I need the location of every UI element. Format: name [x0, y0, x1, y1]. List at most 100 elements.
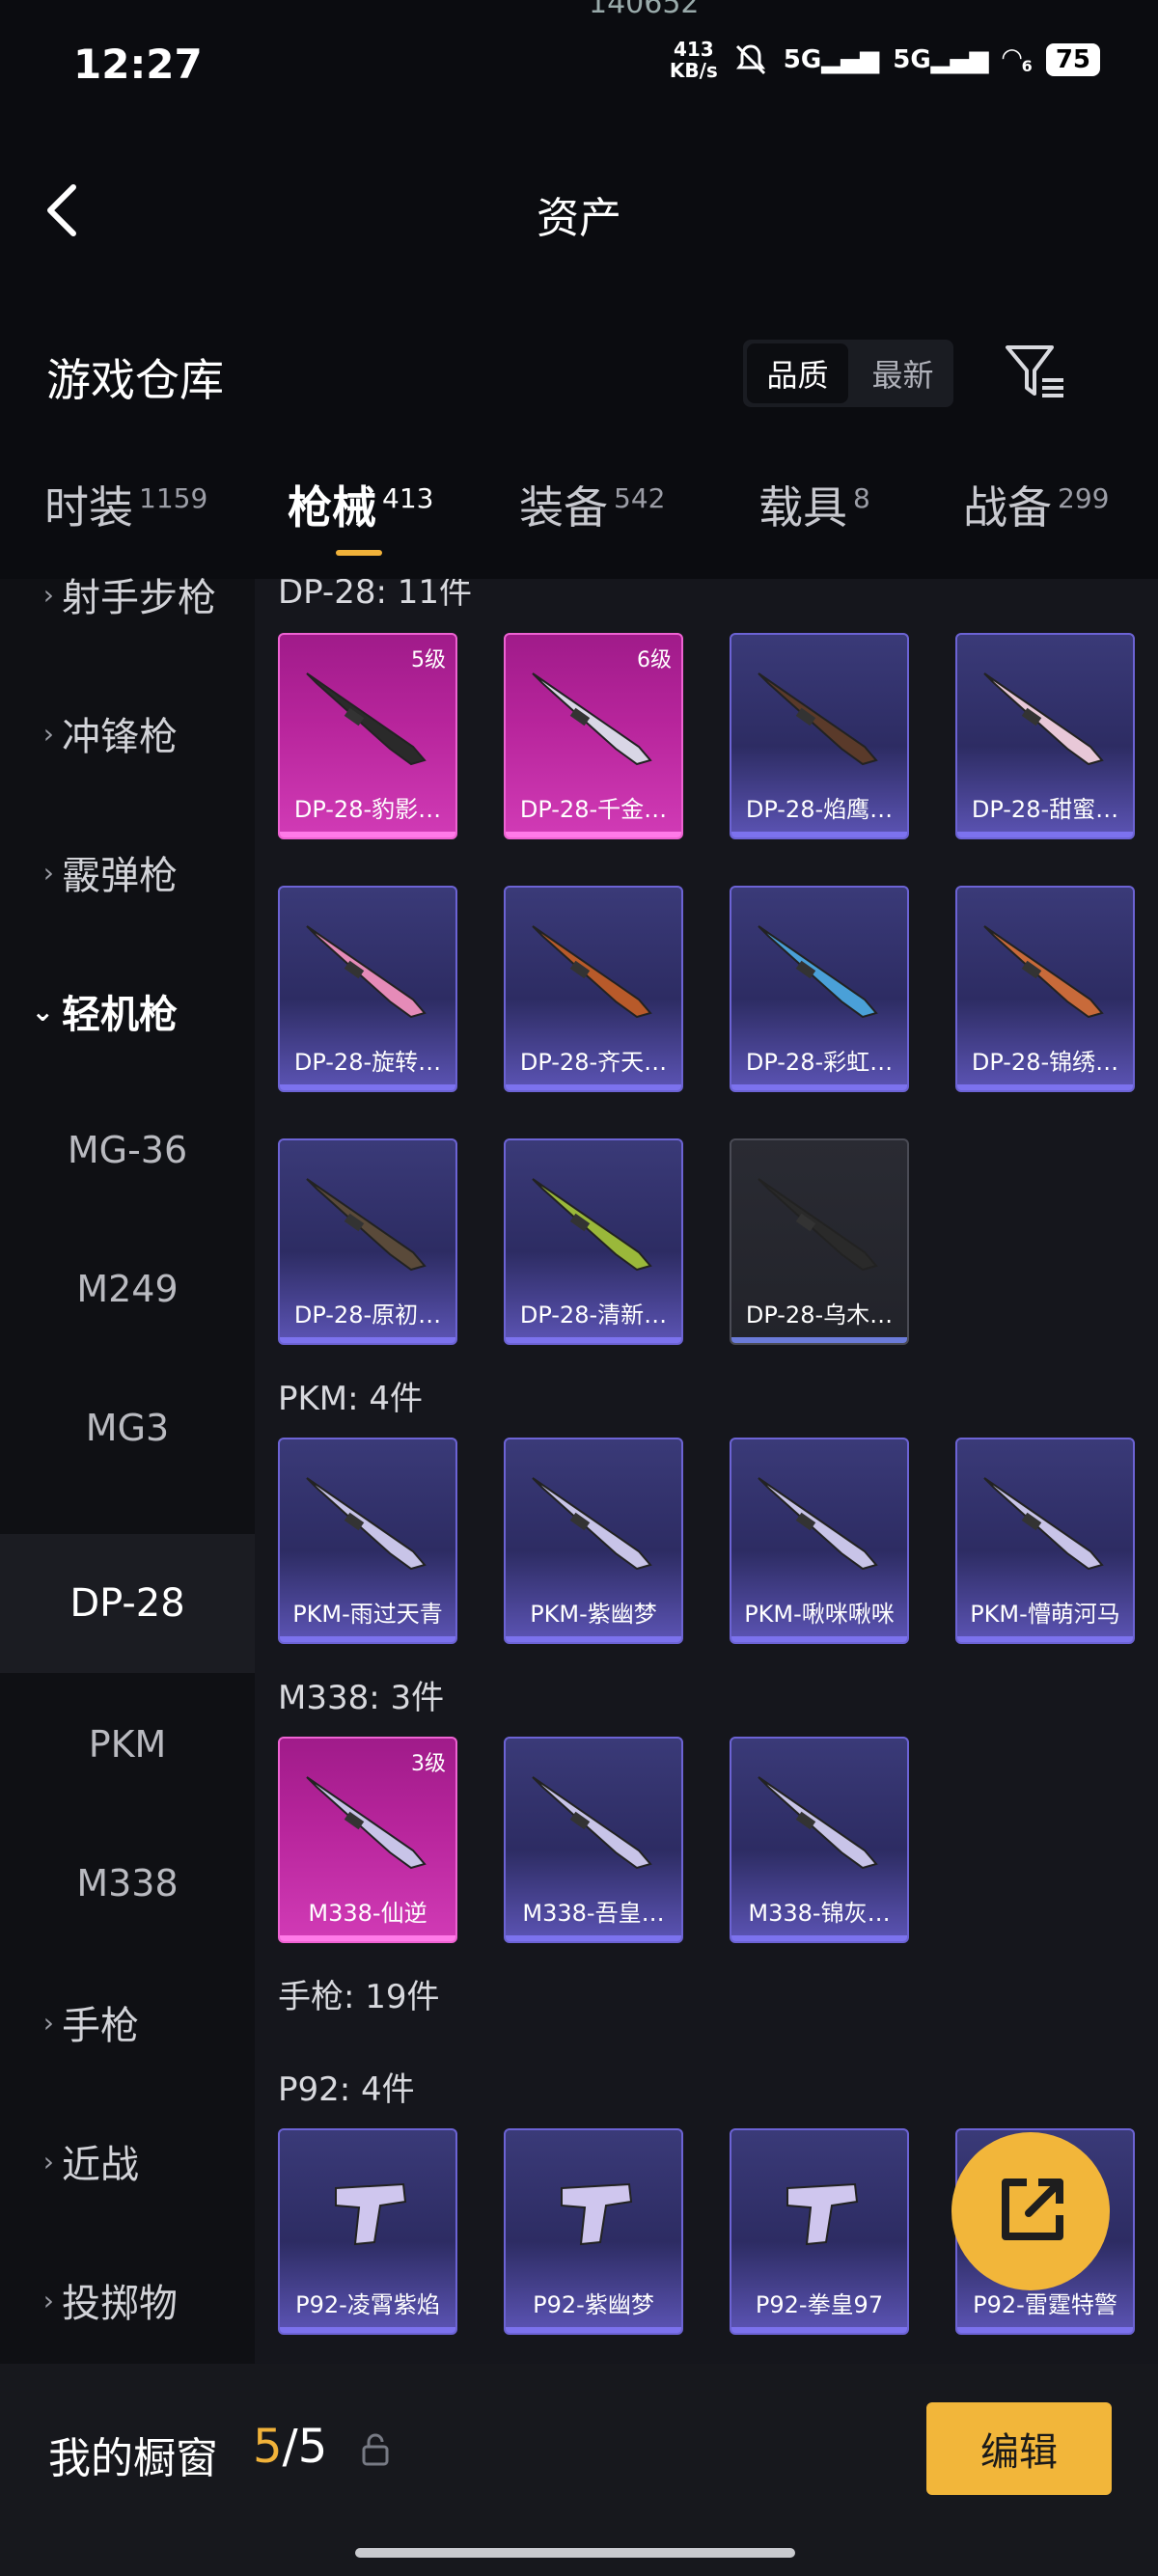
item-card[interactable]: PKM-啾咪啾咪	[730, 1438, 909, 1644]
rarity-bar	[731, 1084, 907, 1090]
item-card[interactable]: 5级 DP-28-豹影…	[278, 633, 457, 839]
item-name: DP-28-旋转…	[293, 1049, 442, 1076]
tab-vehicles[interactable]: 载具 8	[758, 473, 870, 536]
rarity-bar	[506, 832, 681, 837]
showcase-label: 我的橱窗	[48, 2434, 218, 2483]
item-name: M338-锦灰…	[748, 1900, 891, 1927]
weapon-icon	[561, 2182, 633, 2246]
section-title-pistol: 手枪: 19件	[278, 1978, 440, 2016]
weapon-icon	[758, 1477, 878, 1571]
rarity-bar	[731, 1935, 907, 1941]
rarity-bar	[957, 1084, 1133, 1090]
sort-quality-button[interactable]: 品质	[747, 343, 848, 403]
edit-button[interactable]: 编辑	[926, 2402, 1112, 2495]
rarity-bar	[957, 1636, 1133, 1642]
item-card[interactable]: P92-拳皇97	[730, 2128, 909, 2335]
rarity-bar	[957, 2327, 1133, 2333]
share-fab-button[interactable]	[951, 2132, 1110, 2290]
signal-1-icon: 5G▂▄▆	[783, 45, 880, 74]
sidebar-item-throwable[interactable]: › 投掷物	[0, 2231, 255, 2370]
status-icons: 413 KB/s 5G▂▄▆ 5G▂▄▆ ◠6 75	[670, 39, 1100, 81]
item-card[interactable]: M338-锦灰…	[730, 1737, 909, 1943]
weapon-icon	[983, 672, 1104, 766]
item-grid: DP-28: 11件 PKM: 4件 M338: 3件 手枪: 19件 P92:…	[255, 579, 1158, 2364]
item-card[interactable]: M338-吾皇…	[504, 1737, 683, 1943]
item-card[interactable]: 6级 DP-28-千金…	[504, 633, 683, 839]
item-name: P92-雷霆特警	[973, 2291, 1117, 2318]
item-name: PKM-啾咪啾咪	[744, 1601, 895, 1628]
item-name: DP-28-原初…	[293, 1302, 442, 1329]
showcase-count: 5/5	[253, 2420, 328, 2474]
chevron-right-icon: ›	[42, 2145, 54, 2178]
sidebar-item-mg3[interactable]: MG3	[0, 1358, 255, 1497]
item-card[interactable]: P92-紫幽梦	[504, 2128, 683, 2335]
sidebar-item-m338[interactable]: M338	[0, 1814, 255, 1953]
item-level-badge: 5级	[411, 648, 446, 672]
rarity-bar	[731, 1337, 907, 1343]
home-indicator[interactable]	[355, 2548, 795, 2558]
sidebar-item-smg[interactable]: › 冲锋枪	[0, 664, 255, 803]
item-card[interactable]: DP-28-锦绣…	[955, 886, 1135, 1092]
item-name: DP-28-千金…	[519, 796, 668, 823]
item-name: DP-28-甜蜜…	[971, 796, 1119, 823]
item-card[interactable]: PKM-雨过天青	[278, 1438, 457, 1644]
item-card[interactable]: DP-28-乌木…	[730, 1138, 909, 1345]
chevron-right-icon: ›	[42, 2284, 54, 2316]
rarity-bar	[280, 2327, 455, 2333]
weapon-type-sidebar: › 射手步枪 › 冲锋枪 › 霰弹枪 ⌄ 轻机枪 MG-36 M249 MG3 DP-2…	[0, 576, 255, 2364]
weapon-icon	[306, 1477, 427, 1571]
item-name: DP-28-锦绣…	[971, 1049, 1119, 1076]
chevron-down-icon: ⌄	[31, 995, 54, 1028]
tab-equipment[interactable]: 装备 542	[519, 473, 665, 536]
sort-toggle[interactable]: 品质 最新	[743, 340, 953, 407]
chevron-right-icon: ›	[42, 856, 54, 889]
tab-supplies[interactable]: 战备 299	[963, 473, 1109, 536]
sidebar-item-shotgun[interactable]: › 霰弹枪	[0, 803, 255, 942]
wifi-icon: ◠6	[1002, 43, 1033, 76]
sidebar-item-marksman-rifle[interactable]: › 射手步枪	[0, 525, 255, 664]
status-time: 12:27	[73, 41, 203, 88]
item-card[interactable]: DP-28-甜蜜…	[955, 633, 1135, 839]
item-card[interactable]: DP-28-齐天…	[504, 886, 683, 1092]
item-name: DP-28-彩虹…	[745, 1049, 894, 1076]
item-card[interactable]: PKM-紫幽梦	[504, 1438, 683, 1644]
rarity-bar	[731, 2327, 907, 2333]
sidebar-item-mg36[interactable]: MG-36	[0, 1081, 255, 1219]
weapon-icon	[758, 925, 878, 1019]
section-title-p92: P92: 4件	[278, 2070, 415, 2109]
rarity-bar	[957, 832, 1133, 837]
sidebar-item-lmg[interactable]: ⌄ 轻机枪	[0, 942, 255, 1081]
rarity-bar	[506, 1935, 681, 1941]
weapon-icon	[532, 925, 652, 1019]
sort-newest-button[interactable]: 最新	[852, 340, 953, 407]
item-card[interactable]: DP-28-焰鹰…	[730, 633, 909, 839]
filter-icon[interactable]	[1004, 343, 1067, 401]
sidebar-item-m249[interactable]: M249	[0, 1219, 255, 1358]
rarity-bar	[280, 1636, 455, 1642]
item-card[interactable]: DP-28-旋转…	[278, 886, 457, 1092]
item-card[interactable]: 3级 M338-仙逆	[278, 1737, 457, 1943]
weapon-icon	[532, 1477, 652, 1571]
item-name: PKM-雨过天青	[292, 1601, 443, 1628]
net-speed: 413 KB/s	[669, 38, 718, 82]
item-card[interactable]: DP-28-原初…	[278, 1138, 457, 1345]
item-card[interactable]: DP-28-清新…	[504, 1138, 683, 1345]
section-title-pkm: PKM: 4件	[278, 1380, 424, 1418]
item-card[interactable]: DP-28-彩虹…	[730, 886, 909, 1092]
sidebar-item-melee[interactable]: › 近战	[0, 2092, 255, 2231]
sidebar-item-pkm[interactable]: PKM	[0, 1675, 255, 1814]
item-name: PKM-紫幽梦	[530, 1601, 657, 1628]
sidebar-item-dp28[interactable]: DP-28	[0, 1534, 255, 1673]
weapon-icon	[306, 925, 427, 1019]
sidebar-item-pistol[interactable]: › 手枪	[0, 1953, 255, 2092]
tab-firearms[interactable]: 枪械 413	[288, 473, 433, 536]
item-level-badge: 3级	[411, 1752, 446, 1776]
active-tab-indicator	[336, 550, 382, 556]
item-card[interactable]: PKM-懵萌河马	[955, 1438, 1135, 1644]
item-name: DP-28-清新…	[519, 1302, 668, 1329]
chevron-right-icon: ›	[42, 2006, 54, 2039]
item-card[interactable]: P92-凌霄紫焰	[278, 2128, 457, 2335]
item-name: P92-紫幽梦	[533, 2291, 654, 2318]
status-top-number: 140652	[589, 0, 700, 20]
section-title-dp28: DP-28: 11件	[278, 579, 472, 612]
